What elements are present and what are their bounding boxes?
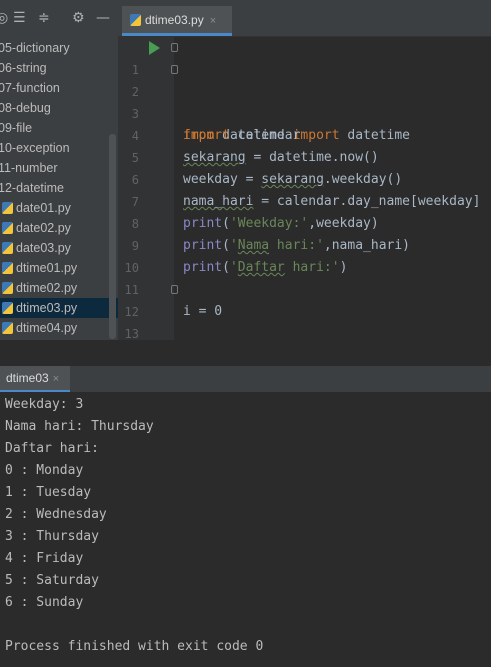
run-console[interactable]: Weekday: 3 Nama hari: Thursday Daftar ha… [0,392,491,667]
code-line: 7 print('Weekday:',weekday) [118,169,491,231]
code-line: 11 i = 0 [118,257,491,319]
code-line: 12 for hari in calendar.day_name: [118,279,491,319]
tree-item-label: 07-function [0,81,60,95]
console-line: Nama hari: Thursday [5,419,154,434]
tree-file-date03[interactable]: date03.py [0,238,118,258]
tree-folder-07-function[interactable]: 07-function [0,78,116,98]
tree-folder-09-file[interactable]: 09-file [0,118,116,138]
console-line: 4 : Friday [5,551,84,566]
tree-item-label: 11-number [0,161,58,175]
console-line: 0 : Monday [5,463,84,478]
python-file-icon [2,242,13,254]
python-file-icon [2,302,13,314]
python-file-icon [2,222,13,234]
python-file-icon [2,262,13,274]
tree-file-dtime01[interactable]: dtime01.py [0,258,118,278]
tree-file-dtime04[interactable]: dtime04.py [0,318,118,338]
tree-folder-12-datetime[interactable]: 12-datetime [0,178,116,198]
tree-item-label: dtime01.py [16,261,78,275]
run-icon[interactable] [149,41,160,55]
tab-dtime03[interactable]: dtime03.py × [122,6,232,36]
code-line: 14 i +=1 [118,323,491,340]
tree-file-date01[interactable]: date01.py [0,198,118,218]
python-file-icon [2,322,13,334]
tree-folder-05-dictionary[interactable]: 05-dictionary [0,38,116,58]
tree-item-label: 06-string [0,61,47,75]
fold-icon[interactable] [171,65,178,74]
tree-folder-11-number[interactable]: 11-number [0,158,116,178]
console-line: 1 : Tuesday [5,485,92,500]
console-line: Process finished with exit code 0 [5,639,264,654]
target-icon[interactable]: ◎ [0,11,8,25]
sidebar-scrollbar[interactable] [109,134,116,339]
console-line: 2 : Wednesday [5,507,107,522]
code-line: 1 from datetime import datetime [118,37,491,143]
tree-item-label: dtime03.py [16,301,78,315]
code-line: 10 [118,235,491,275]
code-line: 5 weekday = sekarang.weekday() [118,125,491,187]
fold-icon[interactable] [171,43,178,52]
tree-file-dtime02[interactable]: dtime02.py [0,278,118,298]
python-file-icon [2,282,13,294]
tree-item-label: 09-file [0,121,33,135]
console-line: 6 : Sunday [5,595,84,610]
tab-label: dtime03 [6,371,49,385]
console-line: Weekday: 3 [5,397,84,412]
tree-folder-08-debug[interactable]: 08-debug [0,98,116,118]
tree-folder-06-string[interactable]: 06-string [0,58,116,78]
code-editor[interactable]: 1 from datetime import datetime 2 import… [118,37,491,340]
tree-item-label: dtime04.py [16,321,78,335]
expand-all-icon[interactable]: ☰ [13,11,26,25]
tree-item-label: date01.py [16,201,71,215]
tree-file-date02[interactable]: date02.py [0,218,118,238]
panel-splitter[interactable] [0,340,491,366]
minimize-icon[interactable]: — [96,11,110,25]
code-line: 9 print('Daftar hari:') [118,213,491,275]
console-line: 5 : Saturday [5,573,99,588]
close-icon[interactable]: × [53,373,59,385]
code-line: 4 sekarang = datetime.now() [118,103,491,165]
code-line: 2 import calendar [118,59,491,143]
tree-item-label: date02.py [16,221,71,235]
gear-icon[interactable]: ⚙ [72,11,85,25]
tree-file-dtime03[interactable]: dtime03.py [0,298,118,318]
tree-item-label: 10-exception [0,141,70,155]
collapse-all-icon[interactable]: ≑ [38,11,50,25]
tree-item-label: date03.py [16,241,71,255]
close-icon[interactable]: × [210,15,216,27]
run-panel-tabbar: dtime03 × [0,366,491,393]
project-toolbar: ◎ ☰ ≑ ⚙ — [0,0,118,37]
console-line: Daftar hari: [5,441,99,456]
tree-item-label: 05-dictionary [0,41,70,55]
tab-label: dtime03.py [145,13,204,27]
python-file-icon [2,202,13,214]
project-tree: 05-dictionary 06-string 07-function 08-d… [0,36,118,366]
tab-run-dtime03[interactable]: dtime03 × [0,366,70,392]
editor-tabbar: dtime03.py × [118,0,491,37]
code-line: 3 [118,81,491,121]
code-line: 13 print(i,':',hari) [118,301,491,340]
tree-item-label: 08-debug [0,101,51,115]
fold-icon[interactable] [171,285,178,294]
tree-folder-10-exception[interactable]: 10-exception [0,138,116,158]
code-line: 8 print('Nama hari:',nama_hari) [118,191,491,253]
tree-item-label: dtime02.py [16,281,78,295]
code-line: 6 nama_hari = calendar.day_name[weekday] [118,147,491,209]
console-line: 3 : Thursday [5,529,99,544]
tree-item-label: 12-datetime [0,181,65,195]
python-file-icon [130,14,141,26]
